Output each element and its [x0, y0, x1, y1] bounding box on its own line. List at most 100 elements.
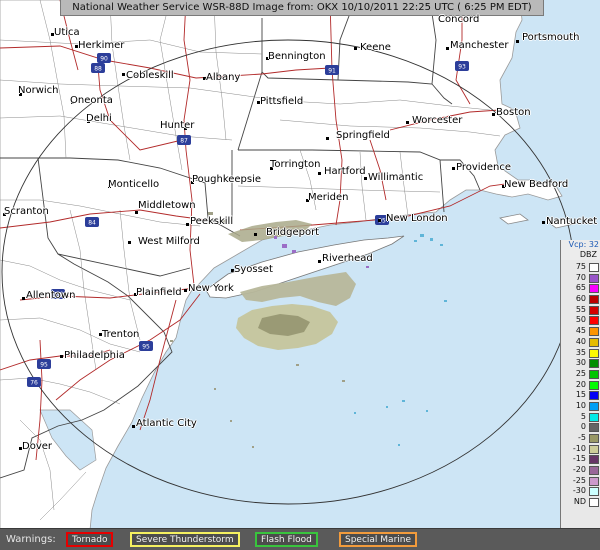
city-label: Syosset [234, 264, 273, 275]
legend-unit: DBZ [579, 250, 597, 259]
legend-rows: 75 70 65 60 55 50 45 40 35 30 25 20 15 10 5 0 -5 -10 -15 -2… [561, 262, 600, 508]
shield-label: 93 [458, 64, 466, 71]
legend-level-label: 65 [575, 283, 586, 293]
radar-viewer: 90 88 91 93 87 84 95 78 95 76 95 Nationa… [0, 0, 600, 550]
warning-tornado[interactable]: Tornado [66, 532, 114, 547]
city-label: Philadelphia [64, 350, 125, 361]
legend-level-swatch [589, 327, 599, 337]
legend-level: -10 [561, 444, 600, 455]
legend-level-swatch [589, 412, 599, 422]
city-label: New London [386, 213, 448, 224]
legend-level-label: ND [573, 497, 586, 507]
legend-level-label: 30 [575, 358, 586, 368]
city-label: Cobleskill [126, 70, 174, 81]
legend-level-swatch [589, 305, 599, 315]
city-label: Hunter [160, 120, 195, 131]
legend-level-swatch [589, 444, 599, 454]
legend-level-label: -5 [578, 433, 586, 442]
legend-level-swatch [589, 498, 599, 508]
reflectivity-legend: Vcp: 32 DBZ 75 70 65 60 55 50 45 40 35 30 25 20 15 10… [560, 240, 600, 542]
legend-level-label: 5 [580, 411, 586, 421]
city-label: New Bedford [504, 179, 569, 190]
legend-level-label: 15 [575, 390, 586, 400]
legend-level-label: 70 [575, 272, 586, 282]
legend-level-swatch [589, 466, 599, 476]
legend-level: 50 [561, 315, 600, 326]
city-label: Keene [360, 42, 391, 53]
legend-level-swatch [589, 423, 599, 433]
warning-flash-flood[interactable]: Flash Flood [255, 532, 318, 547]
city-label: Peekskill [190, 216, 234, 227]
legend-level-label: 10 [575, 400, 586, 410]
radar-map[interactable]: 90 88 91 93 87 84 95 78 95 76 95 [0, 0, 600, 530]
legend-level: 15 [561, 390, 600, 401]
city-label: Middletown [138, 200, 196, 211]
legend-level-swatch [589, 284, 599, 294]
city-label: Nantucket [546, 216, 598, 227]
warning-special-marine[interactable]: Special Marine [339, 532, 418, 547]
legend-level: 75 [561, 262, 600, 273]
shield-label: 91 [328, 68, 336, 75]
shield-label: 76 [30, 380, 38, 387]
legend-level: 60 [561, 294, 600, 305]
city-label: Hartford [324, 166, 366, 177]
city-label: Delhi [86, 113, 112, 124]
legend-level: 25 [561, 369, 600, 380]
city-label: Plainfield [136, 287, 182, 298]
city-label: Albany [206, 72, 241, 83]
legend-level-label: 45 [575, 326, 586, 336]
legend-level-swatch [589, 434, 599, 443]
city-label: Monticello [108, 179, 160, 190]
legend-level-swatch [589, 391, 599, 401]
legend-level: 5 [561, 412, 600, 423]
city-label: Bennington [268, 51, 326, 62]
legend-level: 20 [561, 380, 600, 391]
legend-level-label: 40 [575, 336, 586, 346]
legend-level-swatch [589, 348, 599, 358]
city-label: Pittsfield [260, 96, 304, 107]
warning-severe-thunderstorm[interactable]: Severe Thunderstorm [130, 532, 240, 547]
city-label: New York [188, 283, 234, 294]
city-label: Poughkeepsie [192, 174, 262, 185]
city-label: West Milford [138, 236, 200, 247]
legend-level-label: 50 [575, 315, 586, 325]
shield-label: 95 [142, 344, 150, 351]
city-label: Meriden [308, 192, 349, 203]
legend-level-swatch [589, 316, 599, 326]
legend-level: 70 [561, 273, 600, 284]
legend-level-label: -10 [572, 443, 586, 453]
legend-level-swatch [589, 337, 599, 347]
legend-level-label: -30 [572, 486, 586, 496]
city-label: Concord [438, 14, 480, 25]
city-label: Portsmouth [522, 32, 580, 43]
city-label: Atlantic City [136, 418, 197, 429]
city-label: Bridgeport [266, 227, 320, 238]
legend-level: 30 [561, 358, 600, 369]
city-label: Springfield [336, 130, 390, 141]
legend-level: 10 [561, 401, 600, 412]
city-label: Herkimer [78, 40, 125, 51]
shield-label: 87 [180, 138, 188, 145]
city-label: Dover [22, 441, 52, 452]
legend-level-swatch [589, 401, 599, 411]
legend-level-label: 20 [575, 379, 586, 389]
city-label: Riverhead [322, 253, 373, 264]
legend-level-swatch [589, 295, 599, 305]
legend-level-swatch [589, 369, 599, 379]
legend-level-label: 60 [575, 294, 586, 304]
warnings-title: Warnings: [6, 534, 56, 545]
shield-label: 84 [88, 220, 96, 227]
legend-level: 55 [561, 305, 600, 316]
legend-level-swatch [589, 273, 599, 283]
legend-level-label: -20 [572, 465, 586, 475]
city-label: Torrington [270, 159, 321, 170]
city-label: Utica [54, 27, 80, 38]
shield-label: 95 [40, 362, 48, 369]
legend-level-swatch [589, 476, 599, 486]
city-label: Allentown [26, 290, 76, 301]
legend-level: -15 [561, 454, 600, 465]
legend-level-swatch [589, 487, 599, 497]
legend-level-label: -15 [572, 454, 586, 464]
legend-level-swatch [589, 380, 599, 390]
legend-level: -5 [561, 433, 600, 444]
